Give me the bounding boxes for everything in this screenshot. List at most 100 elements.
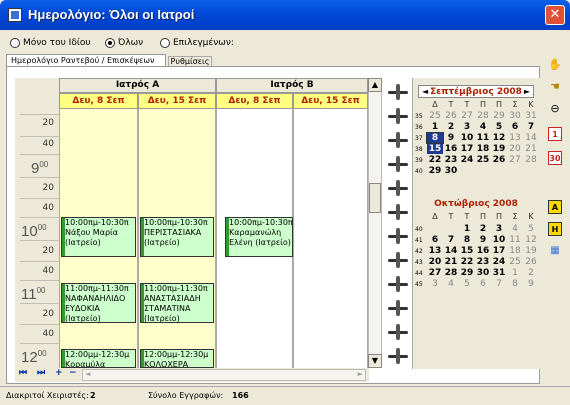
calendar-day[interactable]: 26 <box>523 257 539 267</box>
calendar-day[interactable]: 26 <box>443 111 459 121</box>
calendar-day[interactable]: 28 <box>523 155 539 165</box>
calendar-day[interactable]: 10 <box>491 235 507 245</box>
calendar-day[interactable]: 21 <box>523 144 539 154</box>
month-view-icon[interactable]: 30 <box>548 151 562 165</box>
calendar-day[interactable]: 28 <box>475 111 491 121</box>
calendar-day[interactable]: 6 <box>427 235 443 245</box>
calendar-day[interactable]: 20 <box>507 144 523 154</box>
calendar-day[interactable]: 29 <box>491 111 507 121</box>
calendar-day[interactable]: 27 <box>507 155 523 165</box>
hand-icon[interactable]: ✋ <box>548 58 562 72</box>
scroll-down-arrow-icon[interactable]: ▼ <box>368 354 382 368</box>
calendar-day[interactable]: 6 <box>507 122 523 132</box>
calendar-day[interactable]: 1 <box>507 268 523 278</box>
calendar-day[interactable]: 19 <box>491 144 507 154</box>
calendar-day[interactable]: 15 <box>459 246 475 256</box>
first-record-icon[interactable]: ⏮ <box>19 368 27 378</box>
calendar-day[interactable]: 31 <box>491 268 507 278</box>
calendar-day[interactable]: 14 <box>523 133 539 143</box>
calendar-day[interactable]: 3 <box>491 224 507 234</box>
a-view-icon[interactable]: A <box>548 200 562 214</box>
scroll-up-arrow-icon[interactable]: ▲ <box>368 78 382 92</box>
appointment[interactable]: 11:00πμ-11:30π ΝΑΦΑΝΑΗΛΙΔΟ ΕΥΔΟΚΙΑ (Ιατρ… <box>61 283 136 323</box>
radio-selected[interactable]: Επιλεγμένων: <box>160 37 234 49</box>
last-record-icon[interactable]: ⏭ <box>37 368 45 378</box>
appointment[interactable]: 11:00πμ-11:30π ΑΝΑΣΤΑΣΙΑΔΗ ΣΤΑΜΑΤΙΝΑ (Ια… <box>140 283 214 323</box>
calendar-day[interactable]: 30 <box>475 268 491 278</box>
day-header[interactable]: Δευ, 8 Σεπ <box>216 93 293 109</box>
calendar-day[interactable]: 11 <box>475 133 491 143</box>
calendar-day[interactable]: 18 <box>475 144 491 154</box>
scroll-thumb[interactable] <box>369 183 381 213</box>
calendar-day[interactable]: 14 <box>443 246 459 256</box>
calendar-day[interactable]: 22 <box>427 155 443 165</box>
calendar-day[interactable]: 10 <box>459 133 475 143</box>
appointment[interactable]: 10:00πμ-10:30π ΠΕΡΙΣΤΑΣΙΑΚΑ (Ιατρείο) <box>140 217 214 257</box>
radio-all[interactable]: Όλων <box>105 37 143 49</box>
calendar-day[interactable]: 9 <box>475 235 491 245</box>
appointment[interactable]: 10:00πμ-10:30π Νάξου Μαρία (Ιατρείο) <box>61 217 136 257</box>
horizontal-scrollbar[interactable]: ◄ ► <box>82 369 366 381</box>
calendar-day[interactable]: 2 <box>523 268 539 278</box>
calendar-day[interactable]: 27 <box>427 268 443 278</box>
appointment[interactable]: 12:00μμ-12:30μ ΚΟΛΟΧΕΡΑ <box>140 349 214 368</box>
scroll-right-arrow-icon[interactable]: ► <box>358 370 363 378</box>
calendar-day[interactable]: 24 <box>491 257 507 267</box>
calendar-day[interactable]: 22 <box>459 257 475 267</box>
day-header[interactable]: Δευ, 15 Σεπ <box>138 93 216 109</box>
day-view-icon[interactable]: 1 <box>548 127 562 141</box>
calendar-grid-icon[interactable]: ▦ <box>548 244 562 258</box>
close-button[interactable]: ✕ <box>545 5 565 25</box>
calendar-day[interactable]: 29 <box>459 268 475 278</box>
calendar-day[interactable]: 1 <box>459 224 475 234</box>
h-view-icon[interactable]: H <box>548 222 562 236</box>
calendar-day[interactable]: 26 <box>491 155 507 165</box>
calendar-day[interactable]: 17 <box>491 246 507 256</box>
calendar-day[interactable]: 4 <box>443 279 459 289</box>
appointment[interactable]: 12:00μμ-12:30μ Κοραμύλα <box>61 349 136 368</box>
calendar-day[interactable]: 12 <box>491 133 507 143</box>
calendar-day[interactable]: 23 <box>443 155 459 165</box>
calendar-day[interactable]: 28 <box>443 268 459 278</box>
fingers-icon[interactable]: ☚ <box>548 80 562 94</box>
next-month-icon[interactable]: ► <box>524 86 530 98</box>
calendar-day[interactable]: 8 <box>459 235 475 245</box>
calendar-day[interactable]: 17 <box>459 144 475 154</box>
calendar-day[interactable]: 13 <box>427 246 443 256</box>
calendar-day[interactable]: 18 <box>507 246 523 256</box>
calendar-day[interactable]: 7 <box>523 122 539 132</box>
calendar-day[interactable]: 4 <box>507 224 523 234</box>
remove-record-icon[interactable]: − <box>69 368 77 378</box>
calendar-day[interactable]: 7 <box>491 279 507 289</box>
calendar-day[interactable]: 30 <box>507 111 523 121</box>
calendar-day[interactable]: 12 <box>523 235 539 245</box>
calendar-day[interactable]: 15 <box>427 144 443 154</box>
vertical-scrollbar[interactable] <box>368 78 382 368</box>
day-column[interactable] <box>293 109 368 369</box>
calendar-day[interactable]: 16 <box>443 144 459 154</box>
calendar-day[interactable]: 30 <box>443 166 459 176</box>
calendar-day[interactable]: 27 <box>459 111 475 121</box>
calendar-day[interactable]: 8 <box>426 132 444 144</box>
calendar-day[interactable]: 25 <box>475 155 491 165</box>
prev-month-icon[interactable]: ◄ <box>422 86 428 98</box>
calendar-day[interactable]: 9 <box>443 133 459 143</box>
appointment[interactable]: 10:00πμ-10:30π Καραμανώλη Ελένη (Ιατρείο… <box>225 217 293 257</box>
calendar-day[interactable]: 19 <box>523 246 539 256</box>
calendar-day[interactable]: 25 <box>507 257 523 267</box>
calendar-day[interactable]: 7 <box>443 235 459 245</box>
calendar-day[interactable]: 25 <box>427 111 443 121</box>
calendar-day[interactable]: 29 <box>427 166 443 176</box>
calendar-day[interactable]: 24 <box>459 155 475 165</box>
calendar-day[interactable]: 5 <box>491 122 507 132</box>
scroll-left-arrow-icon[interactable]: ◄ <box>85 370 90 378</box>
calendar-day[interactable]: 4 <box>475 122 491 132</box>
calendar-day[interactable]: 31 <box>523 111 539 121</box>
calendar-day[interactable]: 3 <box>427 279 443 289</box>
calendar-day[interactable]: 16 <box>475 246 491 256</box>
calendar-day[interactable]: 8 <box>507 279 523 289</box>
radio-own-only[interactable]: Μόνο του Ιδίου <box>10 37 91 49</box>
calendar-day[interactable]: 11 <box>507 235 523 245</box>
calendar-day[interactable]: 1 <box>427 122 443 132</box>
calendar-day[interactable]: 21 <box>443 257 459 267</box>
